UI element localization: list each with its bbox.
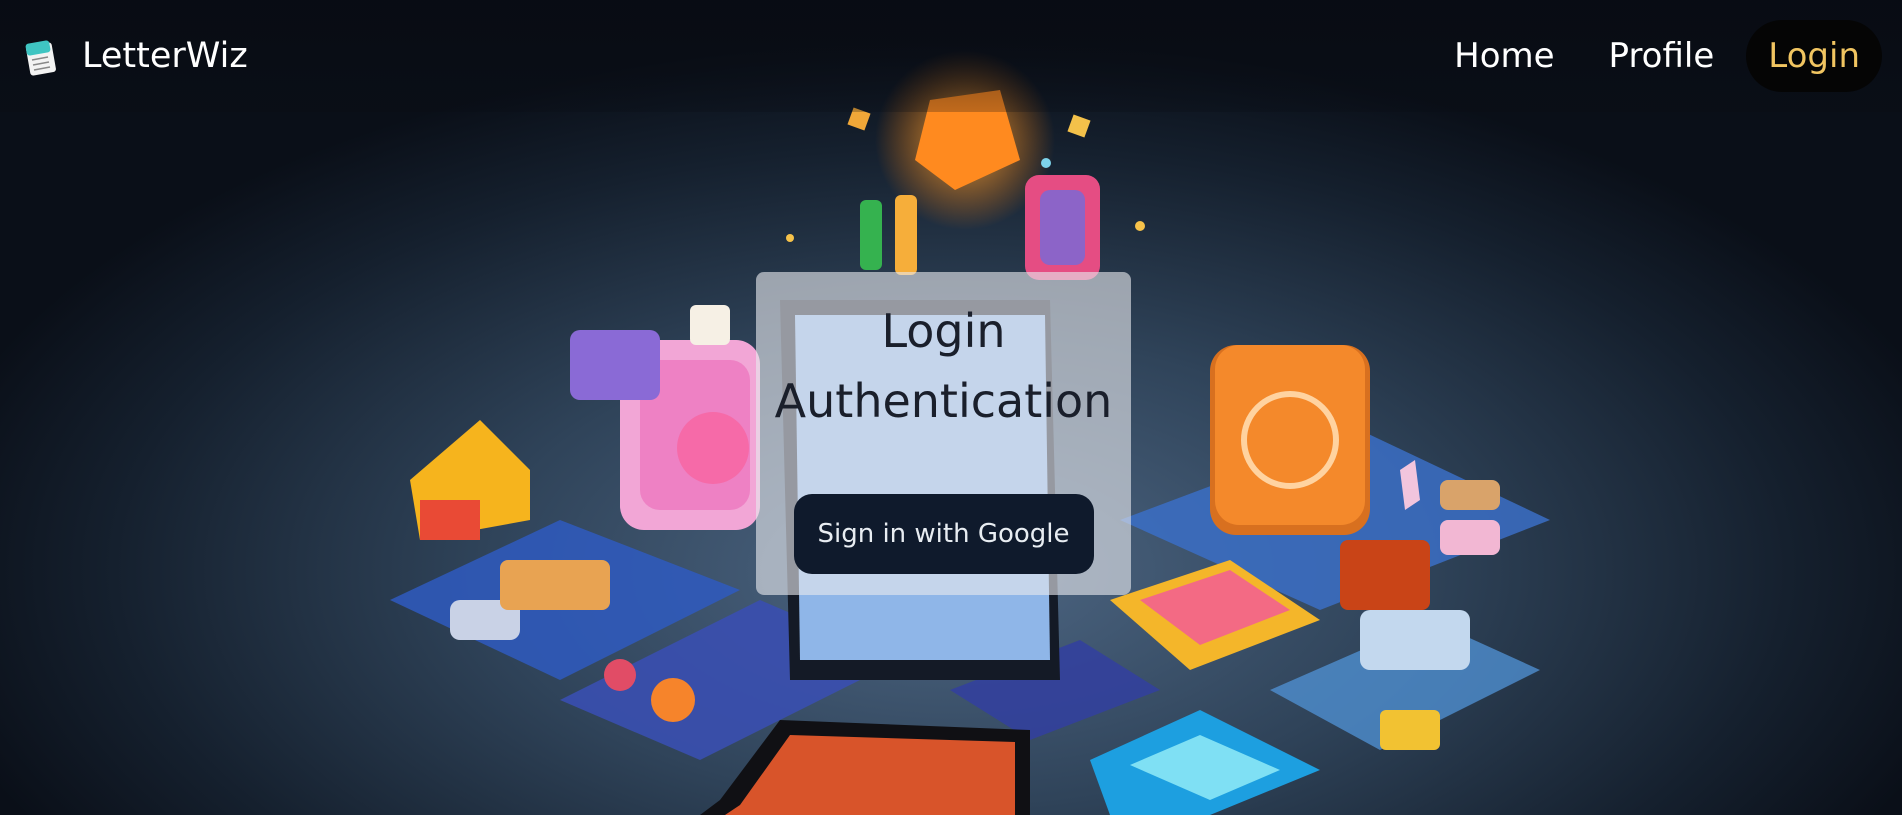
nav-links: Home Profile Login [1432, 20, 1882, 92]
notepad-icon [22, 36, 60, 76]
sign-in-with-google-button[interactable]: Sign in with Google [793, 494, 1094, 574]
brand[interactable]: LetterWiz [22, 36, 248, 76]
login-card: Login Authentication Sign in with Google [756, 272, 1131, 595]
nav-home-link[interactable]: Home [1432, 20, 1576, 92]
login-title-line2: Authentication [774, 374, 1113, 428]
login-title-line1: Login [881, 304, 1006, 358]
nav-login-link[interactable]: Login [1746, 20, 1882, 92]
login-title: Login Authentication [775, 296, 1113, 436]
nav-profile-link[interactable]: Profile [1587, 20, 1737, 92]
brand-name: LetterWiz [82, 36, 248, 76]
top-navbar: LetterWiz Home Profile Login [0, 0, 1902, 112]
